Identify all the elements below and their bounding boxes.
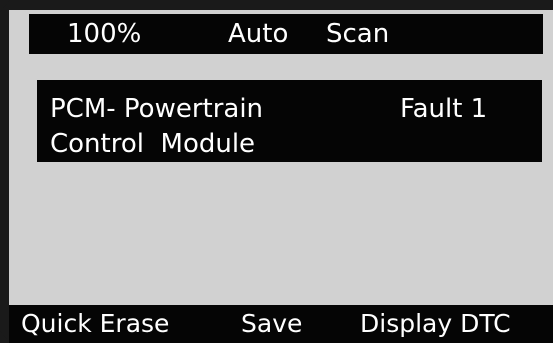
softkey-bar: Quick Erase Save Display DTC bbox=[9, 305, 553, 343]
bezel-corner-top-left bbox=[0, 0, 10, 12]
scan-tool-display: 100% Auto Scan PCM- Powertrain Control M… bbox=[0, 0, 553, 343]
module-name-line2: Control Module bbox=[50, 129, 256, 159]
module-fault-box[interactable]: PCM- Powertrain Control Module Fault 1 bbox=[37, 80, 542, 162]
quick-erase-button[interactable]: Quick Erase bbox=[21, 307, 169, 341]
function-label: Scan bbox=[326, 19, 390, 49]
display-dtc-button[interactable]: Display DTC bbox=[360, 307, 511, 341]
mode-label: Auto bbox=[228, 19, 289, 49]
module-name-line1: PCM- Powertrain bbox=[50, 94, 264, 124]
fault-count-label: Fault 1 bbox=[400, 94, 488, 124]
lcd-screen bbox=[9, 10, 553, 340]
save-button[interactable]: Save bbox=[241, 307, 302, 341]
zoom-level-label: 100% bbox=[67, 19, 142, 49]
title-bar: 100% Auto Scan bbox=[29, 14, 543, 54]
